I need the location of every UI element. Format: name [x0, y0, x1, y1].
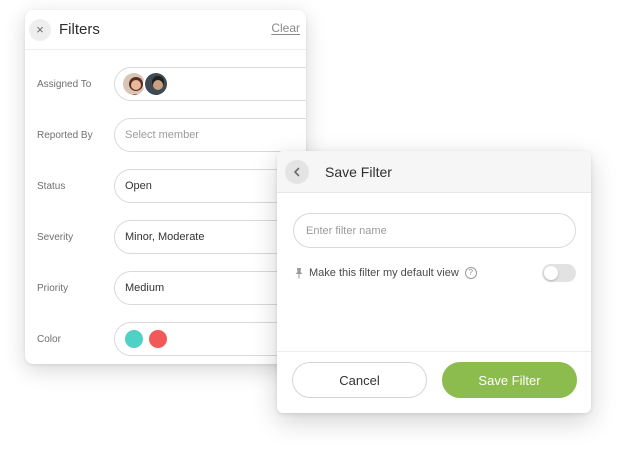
- filter-label: Priority: [37, 282, 69, 294]
- help-icon[interactable]: ?: [464, 267, 477, 279]
- dialog-title: Save Filter: [325, 163, 392, 180]
- dialog-header: Save Filter: [277, 151, 591, 193]
- filters-panel: × Filters Clear Assigned To Reported By …: [25, 10, 306, 364]
- filter-name-input[interactable]: [293, 213, 576, 248]
- default-view-label: Make this filter my default view: [309, 267, 459, 279]
- toggle-knob: [544, 266, 558, 280]
- reported-by-placeholder: Select member: [125, 129, 199, 141]
- back-arrow-icon: [294, 167, 300, 176]
- filter-label: Color: [37, 333, 61, 345]
- save-filter-dialog: Save Filter Make this filter my default …: [277, 151, 591, 413]
- filter-label: Assigned To: [37, 78, 92, 90]
- assigned-to-select[interactable]: [114, 67, 306, 101]
- filters-title: Filters: [59, 21, 100, 38]
- filter-label: Severity: [37, 231, 74, 243]
- reported-by-select[interactable]: Select member: [114, 118, 306, 152]
- default-view-row: Make this filter my default view ?: [293, 264, 576, 282]
- priority-value: Medium: [125, 282, 165, 294]
- close-icon: ×: [36, 22, 44, 37]
- close-button[interactable]: ×: [29, 18, 51, 41]
- filter-label: Status: [37, 180, 66, 192]
- filter-row-severity: Severity Minor, Moderate: [25, 220, 306, 254]
- filter-label: Reported By: [37, 129, 93, 141]
- cancel-button[interactable]: Cancel: [292, 362, 427, 398]
- default-view-toggle[interactable]: [542, 264, 576, 282]
- pin-icon: [293, 266, 305, 280]
- clear-link[interactable]: Clear: [271, 21, 300, 35]
- color-swatch[interactable]: [149, 330, 167, 348]
- filter-row-priority: Priority Medium: [25, 271, 306, 305]
- filters-header: × Filters Clear: [25, 10, 306, 50]
- severity-value: Minor, Moderate: [125, 231, 205, 243]
- status-value: Open: [125, 180, 152, 192]
- back-button[interactable]: [285, 159, 309, 184]
- dialog-footer: Cancel Save Filter: [277, 351, 591, 413]
- filter-row-status: Status Open: [25, 169, 306, 203]
- save-filter-button[interactable]: Save Filter: [442, 362, 577, 398]
- filter-row-reported-by: Reported By Select member: [25, 118, 306, 152]
- avatar: [143, 71, 169, 97]
- filter-row-color: Color: [25, 322, 306, 356]
- filter-row-assigned-to: Assigned To: [25, 67, 306, 101]
- color-swatch[interactable]: [125, 330, 143, 348]
